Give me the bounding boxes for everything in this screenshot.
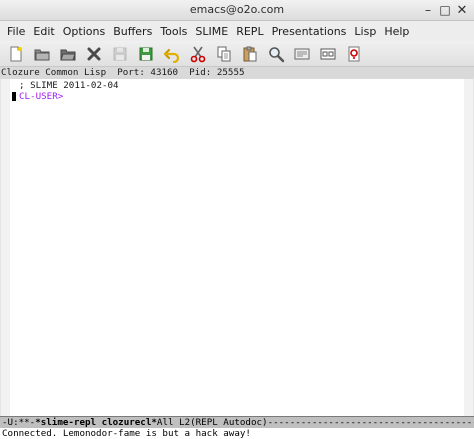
port-label: Port: [117,67,145,78]
menu-bar: File Edit Options Buffers Tools SLIME RE… [0,21,474,41]
menu-lisp[interactable]: Lisp [350,25,380,38]
copy-button[interactable] [211,42,236,66]
copy-icon [217,46,230,61]
modeline-dashes: ----------------------------------------… [267,417,474,428]
info-icon [320,48,335,59]
mode-line[interactable]: -U:**- *slime-repl clozurecl* All L2 (RE… [0,416,474,428]
right-fringe [464,79,473,416]
menu-slime[interactable]: SLIME [191,25,232,38]
preferences-button[interactable] [289,42,314,66]
search-button[interactable] [263,42,288,66]
info-button[interactable] [315,42,340,66]
preferences-icon [294,48,309,59]
menu-repl[interactable]: REPL [232,25,267,38]
close-buffer-button[interactable] [81,42,106,66]
lisp-implementation: Clozure Common Lisp [1,67,107,78]
modeline-status: -U:**- [2,417,36,428]
minimize-button[interactable]: – [420,2,436,18]
search-icon [268,46,284,62]
maximize-button[interactable]: □ [437,2,453,18]
save-button[interactable] [107,42,132,66]
save-icon [113,47,126,60]
close-buffer-icon [87,47,100,60]
open-folder-icon [34,49,49,60]
paste-button[interactable] [237,42,262,66]
new-file-icon [10,46,22,61]
modeline-position: All L2 [156,417,191,428]
cut-button[interactable] [185,42,210,66]
slime-version-line: ; SLIME 2011-02-04 [19,80,119,91]
help-button[interactable] [341,42,366,66]
toolbar [0,41,474,67]
menu-options[interactable]: Options [59,25,109,38]
close-button[interactable]: ✕ [454,2,470,18]
open-directory-icon [59,49,76,60]
menu-tools[interactable]: Tools [156,25,191,38]
pid-label: Pid: [189,67,212,78]
window-controls: – □ ✕ [420,2,470,18]
menu-file[interactable]: File [3,25,29,38]
paste-icon [243,46,256,61]
echo-area[interactable]: Connected. Lemonodor-fame is but a hack … [0,428,474,439]
left-fringe [1,79,10,416]
repl-prompt: CL-USER> [19,91,64,102]
port-value: 43160 [150,67,179,78]
pid-value: 25555 [216,67,245,78]
menu-buffers[interactable]: Buffers [109,25,156,38]
help-icon [348,46,359,61]
new-file-button[interactable] [3,42,28,66]
repl-header-line: Clozure Common Lisp Port: 43160 Pid: 255… [0,67,474,79]
modeline-buffer-name[interactable]: *slime-repl clozurecl* [35,417,157,428]
open-directory-button[interactable] [55,42,80,66]
echo-message: Connected. Lemonodor-fame is but a hack … [2,428,251,439]
window-title: emacs@o2o.com [189,3,285,16]
open-file-button[interactable] [29,42,54,66]
repl-text: ; SLIME 2011-02-04 CL-USER> [19,80,119,102]
menu-help[interactable]: Help [380,25,413,38]
save-as-icon [139,47,152,60]
text-cursor [12,92,16,101]
undo-icon [163,48,179,63]
save-as-button[interactable] [133,42,158,66]
modeline-mode[interactable]: (REPL Autodoc) [190,417,267,428]
cut-icon [190,46,205,62]
title-bar: emacs@o2o.com – □ ✕ [0,0,474,21]
undo-button[interactable] [159,42,184,66]
repl-buffer[interactable]: ; SLIME 2011-02-04 CL-USER> [0,79,474,416]
menu-edit[interactable]: Edit [29,25,58,38]
menu-presentations[interactable]: Presentations [268,25,351,38]
